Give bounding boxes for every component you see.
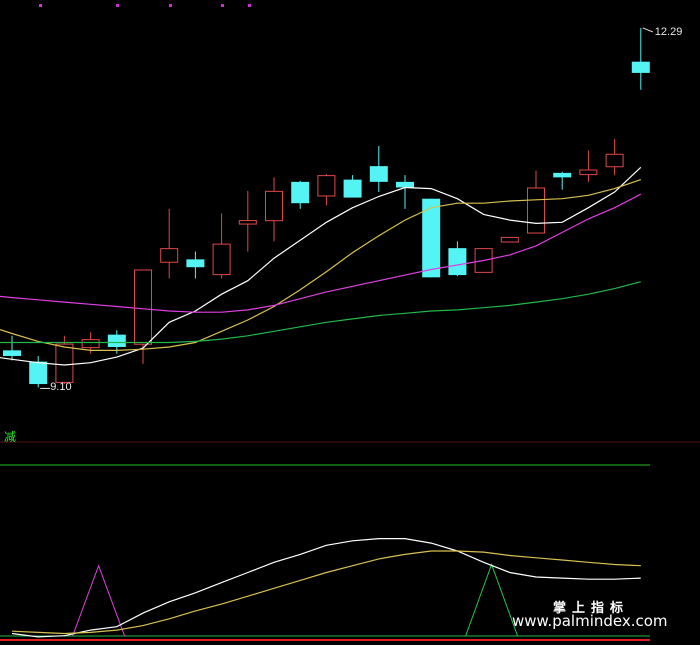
candle-body-15	[396, 181, 414, 188]
candle-body-13	[343, 179, 362, 198]
candle-body-10	[265, 190, 283, 222]
top-mark-0	[39, 4, 42, 7]
candle-body-17	[448, 248, 467, 276]
top-mark-1	[116, 4, 119, 7]
candle-body-23	[605, 153, 624, 168]
oscillator-magenta-spike	[72, 564, 126, 637]
ma-line-3	[0, 281, 641, 344]
candle-body-5	[134, 269, 152, 345]
candle-body-19	[500, 236, 519, 243]
candle-body-1	[29, 361, 48, 385]
candle-body-0	[3, 350, 21, 356]
top-mark-4	[248, 4, 251, 7]
indicator-tag: 减	[4, 430, 17, 444]
candle-body-8	[212, 243, 231, 276]
candle-body-14	[369, 166, 388, 182]
candle-body-3	[81, 339, 100, 349]
stock-chart	[0, 4, 700, 641]
candle-body-9	[238, 220, 257, 225]
candle-body-22	[579, 169, 598, 176]
oscillator-green-spike	[465, 563, 519, 637]
high-pointer	[642, 27, 653, 33]
candle-body-21	[553, 172, 572, 178]
candle-body-7	[186, 259, 205, 268]
candle-body-12	[317, 175, 336, 197]
candle-body-20	[527, 187, 545, 234]
top-mark-2	[169, 4, 172, 7]
high-price-label: 12.29	[654, 25, 683, 38]
candle-body-11	[291, 181, 310, 204]
top-mark-3	[221, 4, 224, 7]
candle-body-6	[160, 248, 179, 263]
candle-body-2	[55, 343, 74, 383]
low-price-label: 9.10	[50, 381, 72, 394]
candle-body-4	[107, 334, 126, 347]
watermark-url: www.palmindex.com	[512, 612, 668, 630]
candle-body-24	[631, 61, 650, 73]
